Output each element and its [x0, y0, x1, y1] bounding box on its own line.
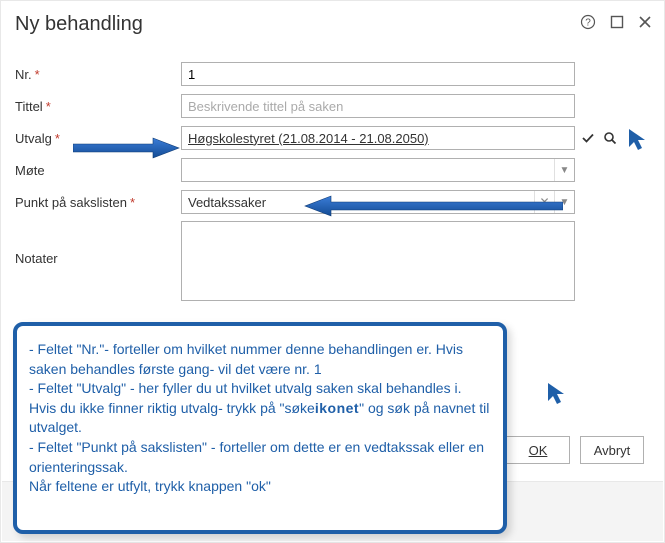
annotation-line-3: - Feltet "Punkt på sakslisten" - fortell…	[29, 438, 491, 477]
utvalg-input[interactable]	[181, 126, 575, 150]
annotation-cursor-ok	[546, 381, 568, 405]
annotation-line-2: - Feltet "Utvalg" - her fyller du ut hvi…	[29, 379, 491, 438]
confirm-icon[interactable]	[579, 129, 597, 147]
mote-select[interactable]: ▼	[181, 158, 575, 182]
annotation-arrow-utvalg	[73, 135, 181, 161]
annotation-line-4: Når feltene er utfylt, trykk knappen "ok…	[29, 477, 491, 497]
cancel-button[interactable]: Avbryt	[580, 436, 644, 464]
label-tittel: Tittel	[15, 99, 43, 114]
maximize-icon[interactable]	[610, 15, 624, 33]
annotation-line-1: - Feltet "Nr."- forteller om hvilket num…	[29, 340, 491, 379]
required-marker: *	[55, 131, 60, 146]
annotation-cursor-search	[627, 127, 649, 151]
label-punkt: Punkt på sakslisten	[15, 195, 127, 210]
ok-button[interactable]: OK	[506, 436, 570, 464]
label-notater: Notater	[15, 251, 58, 266]
dialog-title: Ny behandling	[15, 13, 143, 36]
notater-textarea[interactable]	[181, 221, 575, 301]
label-nr: Nr.	[15, 67, 32, 82]
tittel-input[interactable]	[181, 94, 575, 118]
nr-input[interactable]	[181, 62, 575, 86]
svg-text:?: ?	[585, 18, 591, 29]
chevron-down-icon: ▼	[554, 159, 574, 181]
search-icon[interactable]	[601, 129, 619, 147]
annotation-arrow-punkt	[303, 193, 563, 219]
required-marker: *	[130, 195, 135, 210]
label-utvalg: Utvalg	[15, 131, 52, 146]
close-icon[interactable]	[638, 15, 652, 33]
required-marker: *	[46, 99, 51, 114]
label-mote: Møte	[15, 163, 45, 178]
required-marker: *	[35, 67, 40, 82]
help-icon[interactable]: ?	[580, 14, 596, 34]
annotation-box: - Feltet "Nr."- forteller om hvilket num…	[13, 322, 507, 534]
